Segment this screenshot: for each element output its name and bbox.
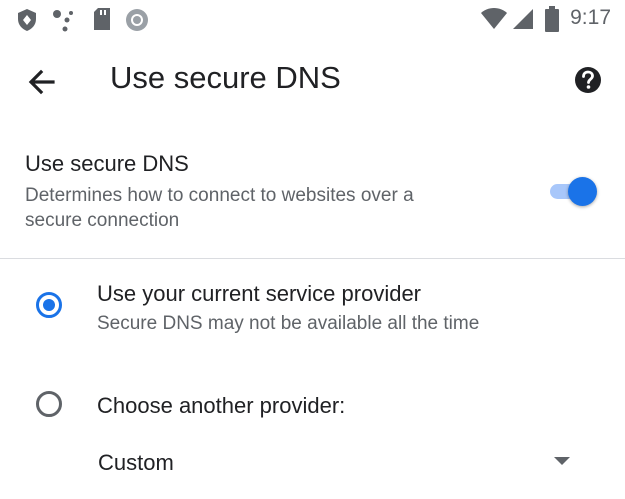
clock: 9:17	[570, 6, 611, 29]
circle-status-icon	[126, 9, 148, 31]
sd-card-icon	[94, 8, 110, 30]
wifi-icon	[481, 8, 507, 29]
provider-dropdown-value: Custom	[98, 450, 174, 475]
status-bar: 9:17	[0, 0, 625, 40]
radio-current-provider[interactable]	[36, 292, 62, 318]
option-another-provider-title: Choose another provider:	[97, 393, 346, 418]
provider-dropdown[interactable]: Custom	[90, 440, 590, 484]
cellular-signal-icon	[513, 9, 533, 29]
divider	[0, 258, 625, 259]
help-button[interactable]	[570, 62, 606, 98]
secure-dns-description: Determines how to connect to websites ov…	[25, 185, 414, 231]
dropdown-arrow-icon	[554, 457, 570, 465]
radio-another-provider[interactable]	[36, 391, 62, 417]
battery-icon	[545, 6, 559, 32]
option-current-provider-title: Use your current service provider	[97, 281, 422, 306]
shield-icon	[18, 9, 36, 31]
option-current-provider-description: Secure DNS may not be available all the …	[97, 313, 480, 334]
toggle-thumb	[568, 177, 597, 206]
help-circle-icon	[575, 67, 601, 93]
page-title: Use secure DNS	[110, 60, 341, 95]
assistant-dots-icon	[53, 10, 73, 32]
secure-dns-title: Use secure DNS	[25, 151, 189, 176]
arrow-back-icon	[28, 69, 55, 95]
secure-dns-toggle[interactable]	[546, 175, 598, 207]
back-button[interactable]	[22, 62, 62, 102]
